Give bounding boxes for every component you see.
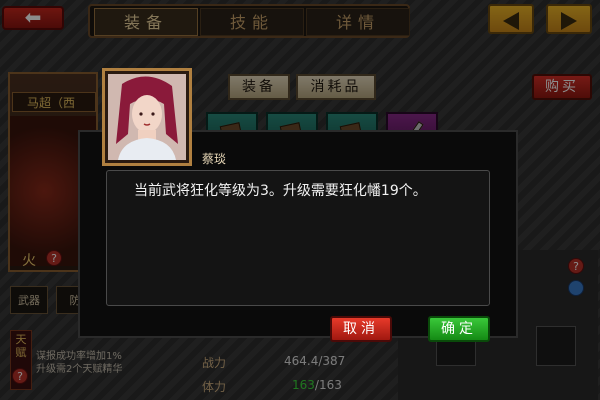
- character-portrait-image: [108, 74, 186, 160]
- cancel-button[interactable]: 取消: [330, 316, 392, 342]
- speaker-portrait: [108, 74, 186, 160]
- speaker-name: 蔡琰: [202, 152, 227, 166]
- confirm-button[interactable]: 确定: [428, 316, 490, 342]
- dialog-message: 当前武将狂化等级为3。升级需要狂化幡19个。: [134, 183, 427, 199]
